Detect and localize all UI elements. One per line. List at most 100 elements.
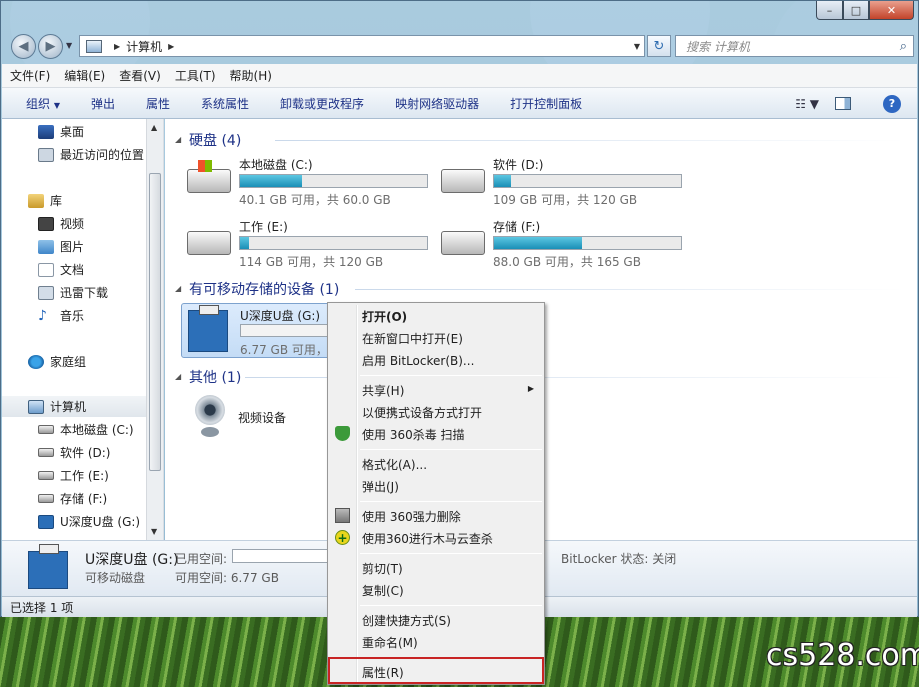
- context-360-scan-label: 使用 360杀毒 扫描: [362, 427, 465, 442]
- sidebar-item-drive-d[interactable]: 软件 (D:): [38, 442, 110, 463]
- context-rename[interactable]: 重命名(M): [330, 631, 542, 653]
- recent-pages-dropdown[interactable]: ▼: [66, 41, 72, 50]
- group-other[interactable]: ◢ 其他 (1): [175, 367, 241, 387]
- context-eject[interactable]: 弹出(J): [330, 475, 542, 497]
- drive-name: 本地磁盘 (C:): [239, 158, 313, 172]
- scrollbar-thumb[interactable]: [149, 173, 161, 471]
- breadcrumb-separator-icon[interactable]: ▶: [168, 42, 174, 51]
- eject-button[interactable]: 弹出: [91, 95, 115, 112]
- drive-icon: [441, 231, 485, 255]
- breadcrumb-separator-icon[interactable]: ▶: [114, 42, 120, 51]
- music-note-icon: ♪: [38, 307, 47, 324]
- map-drive-button[interactable]: 映射网络驱动器: [395, 95, 479, 112]
- scroll-up-icon[interactable]: ▲: [151, 123, 157, 132]
- address-bar[interactable]: ▶ 计算机 ▶ ▼: [79, 35, 645, 57]
- minimize-button[interactable]: –: [816, 1, 843, 20]
- menu-file[interactable]: 文件(F): [10, 67, 50, 84]
- sidebar-item-computer[interactable]: 计算机: [2, 396, 147, 417]
- search-icon[interactable]: ⌕: [900, 39, 907, 54]
- context-open-portable[interactable]: 以便携式设备方式打开: [330, 401, 542, 423]
- drive-tile-e[interactable]: 工作 (E:) 114 GB 可用，共 120 GB: [187, 218, 432, 269]
- drive-info: 114 GB 可用，共 120 GB: [239, 255, 384, 269]
- chevron-down-icon: ▼: [53, 100, 60, 110]
- context-cut[interactable]: 剪切(T): [330, 557, 542, 579]
- menu-edit[interactable]: 编辑(E): [64, 67, 105, 84]
- context-enable-bitlocker[interactable]: 启用 BitLocker(B)...: [330, 349, 542, 371]
- sidebar-item-homegroup[interactable]: 家庭组: [28, 351, 86, 372]
- control-panel-button[interactable]: 打开控制面板: [510, 95, 582, 112]
- uninstall-button[interactable]: 卸载或更改程序: [280, 95, 364, 112]
- drive-tile-d[interactable]: 软件 (D:) 109 GB 可用，共 120 GB: [441, 156, 686, 207]
- sidebar-item-label: 音乐: [60, 309, 85, 323]
- group-removable[interactable]: ◢ 有可移动存储的设备 (1): [175, 279, 339, 299]
- sidebar-item-drive-f[interactable]: 存储 (F:): [38, 488, 107, 509]
- properties-highlight-box: [328, 657, 544, 684]
- refresh-button[interactable]: ↻: [647, 35, 671, 57]
- context-share[interactable]: 共享(H) ▶: [330, 379, 542, 401]
- back-button[interactable]: ◀: [11, 34, 36, 59]
- drive-usage-fill: [240, 175, 302, 187]
- address-dropdown-icon[interactable]: ▼: [634, 42, 640, 51]
- context-360-trojan-scan[interactable]: + 使用360进行木马云查杀: [330, 527, 542, 549]
- menu-tools[interactable]: 工具(T): [175, 67, 216, 84]
- help-icon[interactable]: ?: [883, 94, 901, 113]
- menu-bar: 文件(F) 编辑(E) 查看(V) 工具(T) 帮助(H): [2, 64, 917, 88]
- context-360-scan[interactable]: 使用 360杀毒 扫描: [330, 423, 542, 445]
- sidebar-item-pictures[interactable]: 图片: [38, 236, 84, 257]
- picture-icon: [38, 239, 54, 254]
- context-open-new-window[interactable]: 在新窗口中打开(E): [330, 327, 542, 349]
- collapse-triangle-icon[interactable]: ◢: [175, 372, 181, 381]
- sidebar-item-label: 最近访问的位置: [60, 148, 145, 162]
- command-bar: 组织 ▼ 弹出 属性 系统属性 卸载或更改程序 映射网络驱动器 打开控制面板 ☷…: [2, 88, 917, 119]
- sidebar-item-recent[interactable]: 最近访问的位置: [38, 144, 144, 165]
- maximize-button[interactable]: □: [843, 1, 869, 20]
- context-menu: 打开(O) 在新窗口中打开(E) 启用 BitLocker(B)... 共享(H…: [327, 302, 545, 685]
- context-create-shortcut[interactable]: 创建快捷方式(S): [330, 609, 542, 631]
- search-input[interactable]: 搜索 计算机 ⌕: [675, 35, 914, 57]
- collapse-triangle-icon[interactable]: ◢: [175, 284, 181, 293]
- system-properties-button[interactable]: 系统属性: [201, 95, 249, 112]
- sidebar-item-libraries[interactable]: 库: [28, 190, 62, 211]
- group-divider: [275, 140, 905, 141]
- close-button[interactable]: ✕: [869, 1, 914, 20]
- sidebar-item-drive-e[interactable]: 工作 (E:): [38, 465, 109, 486]
- sidebar-item-music[interactable]: ♪ 音乐: [38, 305, 84, 326]
- sidebar-item-drive-c[interactable]: 本地磁盘 (C:): [38, 419, 134, 440]
- scroll-down-icon[interactable]: ▼: [151, 527, 157, 536]
- sidebar-item-label: 桌面: [60, 125, 85, 139]
- breadcrumb-computer[interactable]: 计算机: [126, 38, 162, 55]
- preview-pane-icon[interactable]: [835, 97, 851, 110]
- menu-view[interactable]: 查看(V): [119, 67, 161, 84]
- context-open[interactable]: 打开(O): [330, 305, 542, 327]
- view-options-icon[interactable]: ☷ ▼: [795, 97, 819, 111]
- menu-help[interactable]: 帮助(H): [230, 67, 272, 84]
- sidebar-item-desktop[interactable]: 桌面: [38, 121, 84, 142]
- sidebar-item-videos[interactable]: 视频: [38, 213, 84, 234]
- sidebar-item-downloads[interactable]: 迅雷下载: [38, 282, 108, 303]
- collapse-triangle-icon[interactable]: ◢: [175, 135, 181, 144]
- drive-tile-f[interactable]: 存储 (F:) 88.0 GB 可用，共 165 GB: [441, 218, 686, 269]
- usb-drive-icon: [188, 305, 228, 352]
- sidebar-item-label: 文档: [60, 263, 85, 277]
- context-copy[interactable]: 复制(C): [330, 579, 542, 601]
- drive-name: 软件 (D:): [493, 158, 544, 172]
- organize-button[interactable]: 组织 ▼: [26, 95, 60, 112]
- details-bitlocker-status: BitLocker 状态: 关闭: [561, 552, 677, 566]
- menu-separator: [360, 449, 542, 450]
- properties-button[interactable]: 属性: [146, 95, 170, 112]
- drive-usage-fill: [494, 237, 582, 249]
- sidebar-scrollbar[interactable]: ▲ ▼: [146, 119, 163, 540]
- video-device-label[interactable]: 视频设备: [238, 409, 286, 426]
- sidebar-item-documents[interactable]: 文档: [38, 259, 84, 280]
- group-hard-disks[interactable]: ◢ 硬盘 (4): [175, 130, 241, 150]
- sidebar-item-drive-g[interactable]: U深度U盘 (G:): [38, 511, 140, 532]
- context-format[interactable]: 格式化(A)...: [330, 453, 542, 475]
- sidebar-item-label: 家庭组: [50, 355, 87, 369]
- webcam-icon[interactable]: [193, 395, 227, 439]
- context-360-delete[interactable]: 使用 360强力删除: [330, 505, 542, 527]
- drive-name: U深度U盘 (G:): [240, 309, 321, 323]
- drive-tile-c[interactable]: 本地磁盘 (C:) 40.1 GB 可用，共 60.0 GB: [187, 156, 432, 207]
- shield-icon: [335, 426, 350, 441]
- details-usage-bar: [232, 549, 330, 563]
- forward-button[interactable]: ▶: [38, 34, 63, 59]
